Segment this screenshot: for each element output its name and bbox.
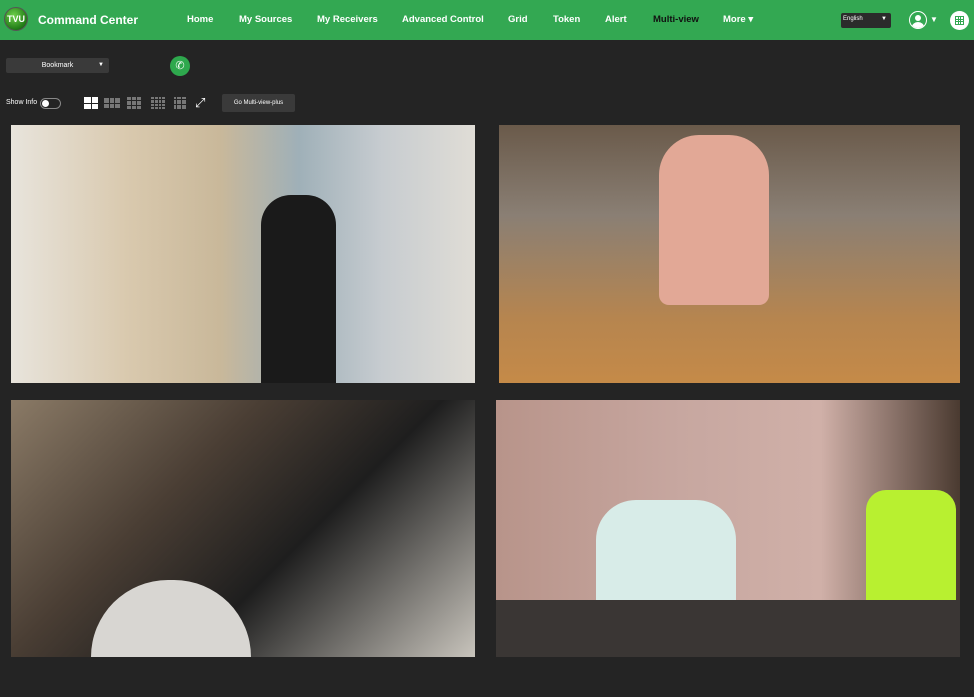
video-tile-1[interactable] [11, 125, 475, 383]
chevron-down-icon[interactable]: ▼ [930, 15, 938, 24]
video-tile-4[interactable] [496, 400, 960, 657]
nav-my-receivers[interactable]: My Receivers [317, 14, 378, 25]
tvu-logo[interactable]: TVU [4, 7, 28, 31]
nav-advanced-control[interactable]: Advanced Control [402, 14, 484, 25]
video-tile-2[interactable] [499, 125, 960, 383]
language-value: English [843, 16, 863, 22]
nav-my-sources[interactable]: My Sources [239, 14, 292, 25]
user-avatar-icon[interactable] [909, 11, 927, 29]
video-content [866, 490, 956, 600]
layout-5x5-icon[interactable] [174, 97, 186, 109]
layout-2x2-icon[interactable] [84, 97, 98, 109]
apps-grid-icon[interactable] [950, 11, 969, 30]
bookmark-label: Bookmark [41, 62, 74, 69]
video-content [91, 580, 251, 657]
bookmark-dropdown[interactable]: Bookmark ▼ [6, 58, 109, 73]
nav-grid[interactable]: Grid [508, 14, 528, 25]
layout-3x2-icon[interactable] [104, 98, 120, 108]
phone-call-icon[interactable]: ✆ [170, 56, 190, 76]
fullscreen-icon[interactable]: ⤢ [195, 95, 205, 111]
nav-token[interactable]: Token [553, 14, 580, 25]
chevron-down-icon: ▼ [881, 16, 887, 22]
show-info-toggle[interactable] [40, 98, 61, 109]
go-multiview-plus-button[interactable]: Go Multi-view-plus [222, 94, 295, 112]
video-content [659, 135, 769, 305]
language-select[interactable]: English ▼ [841, 13, 891, 28]
nav-multi-view[interactable]: Multi-view [653, 14, 699, 25]
video-tile-3[interactable] [11, 400, 475, 657]
nav-home[interactable]: Home [187, 14, 213, 25]
layout-3x3-icon[interactable] [127, 97, 141, 109]
nav-more[interactable]: More ▾ [723, 14, 753, 25]
show-info-label: Show Info [6, 99, 38, 106]
top-nav-bar: TVU Command Center Home My Sources My Re… [0, 0, 974, 40]
app-title: Command Center [38, 13, 139, 27]
nav-alert[interactable]: Alert [605, 14, 627, 25]
video-content [496, 600, 960, 657]
video-content [261, 195, 336, 383]
layout-4x4-icon[interactable] [151, 97, 165, 109]
chevron-down-icon: ▼ [98, 62, 104, 68]
